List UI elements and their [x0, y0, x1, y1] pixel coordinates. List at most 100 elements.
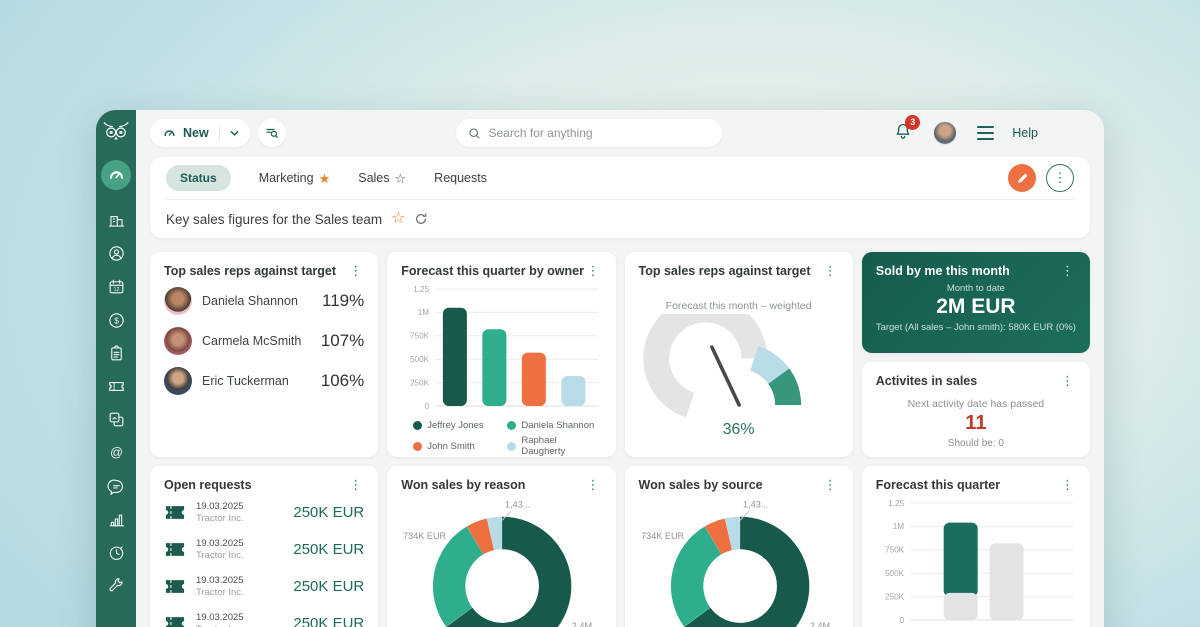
- card-menu-icon[interactable]: ⋮: [1059, 478, 1076, 491]
- card-menu-icon[interactable]: ⋮: [822, 478, 839, 491]
- at-icon: @: [107, 443, 126, 462]
- sidebar-item-dashboard[interactable]: [101, 160, 131, 190]
- tab-requests[interactable]: Requests: [434, 171, 487, 185]
- card-menu-icon[interactable]: ⋮: [347, 264, 364, 277]
- tab-status[interactable]: Status: [166, 165, 231, 191]
- donut-chart: 2,4M... 734K EUR 1,43...: [639, 494, 839, 627]
- svg-text:@: @: [110, 446, 123, 460]
- card-menu-icon[interactable]: ⋮: [347, 478, 364, 491]
- svg-text:500K: 500K: [410, 355, 430, 364]
- svg-text:250K: 250K: [410, 378, 430, 387]
- projects-icon: [107, 410, 126, 429]
- sidebar-item-settings[interactable]: [104, 574, 128, 598]
- pencil-icon: [1016, 172, 1029, 185]
- search-input[interactable]: [488, 126, 710, 140]
- legend-label: Jeffrey Jones: [427, 420, 483, 431]
- request-company: Tractor Inc.: [196, 550, 244, 562]
- rep-percentage: 107%: [321, 331, 364, 351]
- svg-text:1,43...: 1,43...: [743, 499, 768, 509]
- card-title: Top sales reps against target: [164, 264, 336, 278]
- menu-button[interactable]: [977, 126, 994, 140]
- page-background: 12 $: [0, 0, 1200, 627]
- bar-chart-icon: [107, 510, 126, 529]
- ticket-icon: [165, 542, 185, 557]
- request-company: Tractor Inc.: [196, 513, 244, 525]
- advanced-filter-button[interactable]: [258, 119, 286, 147]
- card-forecast-quarter: Forecast this quarter ⋮ 1,251M750K500K25…: [862, 466, 1090, 627]
- avatar: [164, 287, 192, 315]
- board-title-row: Key sales figures for the Sales team ☆: [166, 200, 1074, 238]
- svg-text:2,4M...: 2,4M...: [809, 621, 837, 627]
- refresh-button[interactable]: [414, 212, 428, 226]
- list-item[interactable]: Eric Tuckerman 106%: [164, 364, 364, 398]
- card-menu-icon[interactable]: ⋮: [1059, 374, 1076, 387]
- tab-marketing[interactable]: Marketing ★: [259, 171, 331, 185]
- main-area: New: [136, 110, 1104, 627]
- company-icon: [107, 211, 126, 230]
- avatar: [164, 367, 192, 395]
- sidebar-item-chat[interactable]: [104, 474, 128, 498]
- wrench-icon: [107, 576, 126, 595]
- card-menu-icon[interactable]: ⋮: [822, 264, 839, 277]
- activities-footer: Should be: 0: [876, 438, 1076, 449]
- ticket-icon: [107, 377, 126, 396]
- request-list-item[interactable]: 19.03.2025 Tractor Inc. 250K EUR: [164, 607, 364, 627]
- legend-label: Raphael Daugherty: [521, 435, 601, 457]
- card-title: Open requests: [164, 478, 252, 492]
- dashboard-menu-button[interactable]: ⋮: [1046, 164, 1074, 192]
- sidebar-item-projects[interactable]: [104, 408, 128, 432]
- card-activities-in-sales: Activites in sales ⋮ Next activity date …: [862, 362, 1090, 457]
- request-amount: 250K EUR: [293, 541, 364, 558]
- request-list-item[interactable]: 19.03.2025 Tractor Inc. 250K EUR: [164, 496, 364, 529]
- legend-label: Daniela Shannon: [521, 420, 594, 431]
- request-list-item[interactable]: 19.03.2025 Tractor Inc. 250K EUR: [164, 570, 364, 603]
- notifications-button[interactable]: 3: [893, 121, 913, 146]
- tab-sales[interactable]: Sales ☆: [358, 171, 406, 185]
- card-won-by-reason: Won sales by reason ⋮ 2,4M...734K EUR1,4…: [387, 466, 615, 627]
- new-dropdown-button[interactable]: [220, 119, 250, 147]
- sidebar-item-tickets[interactable]: [104, 375, 128, 399]
- card-menu-icon[interactable]: ⋮: [585, 264, 602, 277]
- target-icon: [107, 543, 126, 562]
- legend-dot-icon: [507, 442, 516, 451]
- activities-subtitle: Next activity date has passed: [876, 398, 1076, 410]
- sidebar-item-email[interactable]: @: [104, 441, 128, 465]
- dashboard-header-card: Status Marketing ★ Sales ☆ Requests: [150, 157, 1090, 238]
- svg-text:1,25: 1,25: [888, 499, 904, 508]
- card-menu-icon[interactable]: ⋮: [585, 478, 602, 491]
- rep-percentage: 106%: [321, 371, 364, 391]
- legend-dot-icon: [413, 421, 422, 430]
- sidebar-item-targets[interactable]: [104, 540, 128, 564]
- sidebar-item-statistics[interactable]: [104, 507, 128, 531]
- donut-chart: 2,4M...734K EUR1,43...: [401, 494, 601, 627]
- new-button[interactable]: New: [150, 119, 219, 147]
- list-item[interactable]: Carmela McSmith 107%: [164, 324, 364, 358]
- sidebar-item-calendar[interactable]: 12: [104, 275, 128, 299]
- dashboard-gauge-icon: [107, 166, 126, 185]
- request-date: 19.03.2025: [196, 612, 244, 624]
- edit-dashboard-button[interactable]: [1008, 164, 1036, 192]
- sidebar-item-deals[interactable]: $: [104, 308, 128, 332]
- card-title: Won sales by reason: [401, 478, 525, 492]
- favorite-star-icon[interactable]: ☆: [391, 211, 405, 227]
- card-target-gauge: Top sales reps against target ⋮ Forecast…: [625, 252, 853, 457]
- sidebar-item-contacts[interactable]: [104, 242, 128, 266]
- search-bar: [456, 119, 722, 147]
- card-title: Forecast this quarter: [876, 478, 1000, 492]
- sidebar-item-invoices[interactable]: [104, 341, 128, 365]
- card-menu-icon[interactable]: ⋮: [1059, 264, 1076, 277]
- chevron-down-icon: [229, 128, 240, 139]
- sidebar-item-company[interactable]: [104, 209, 128, 233]
- legend-label: John Smith: [427, 441, 475, 452]
- sidebar: 12 $: [96, 110, 136, 627]
- legend-item: Raphael Daugherty: [507, 435, 601, 457]
- svg-text:734K EUR: 734K EUR: [641, 531, 684, 541]
- user-avatar[interactable]: [933, 121, 957, 145]
- svg-text:1M: 1M: [418, 308, 430, 317]
- card-title: Won sales by source: [639, 478, 763, 492]
- list-item[interactable]: Daniela Shannon 119%: [164, 284, 364, 318]
- request-list-item[interactable]: 19.03.2025 Tractor Inc. 250K EUR: [164, 533, 364, 566]
- help-link[interactable]: Help: [1012, 126, 1038, 140]
- refresh-icon: [414, 212, 428, 226]
- card-title: Sold by me this month: [876, 264, 1010, 278]
